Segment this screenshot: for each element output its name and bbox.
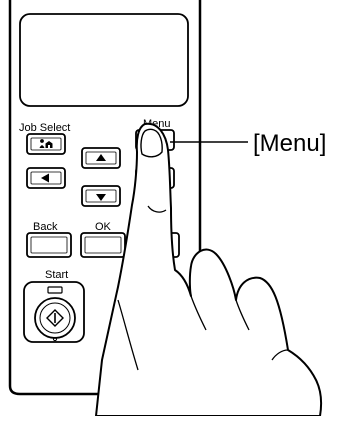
back-button[interactable] <box>26 232 72 258</box>
start-label: Start <box>45 269 68 281</box>
start-button[interactable] <box>23 281 85 343</box>
control-panel-svg: Job Select Menu Back OK Start [Menu] <box>8 0 326 417</box>
ok-label: OK <box>95 221 112 233</box>
job-select-label: Job Select <box>19 122 70 134</box>
hand-illustration <box>95 122 323 417</box>
up-arrow-button[interactable] <box>81 147 121 169</box>
left-arrow-button[interactable] <box>26 167 66 189</box>
menu-callout-label: [Menu] <box>253 130 326 157</box>
job-select-button[interactable] <box>26 133 66 155</box>
back-label: Back <box>33 221 58 233</box>
lcd-display <box>19 13 189 107</box>
ok-button[interactable] <box>80 232 126 258</box>
down-arrow-button[interactable] <box>81 185 121 207</box>
control-panel-illustration: Job Select Menu Back OK Start [Menu] <box>0 0 355 417</box>
